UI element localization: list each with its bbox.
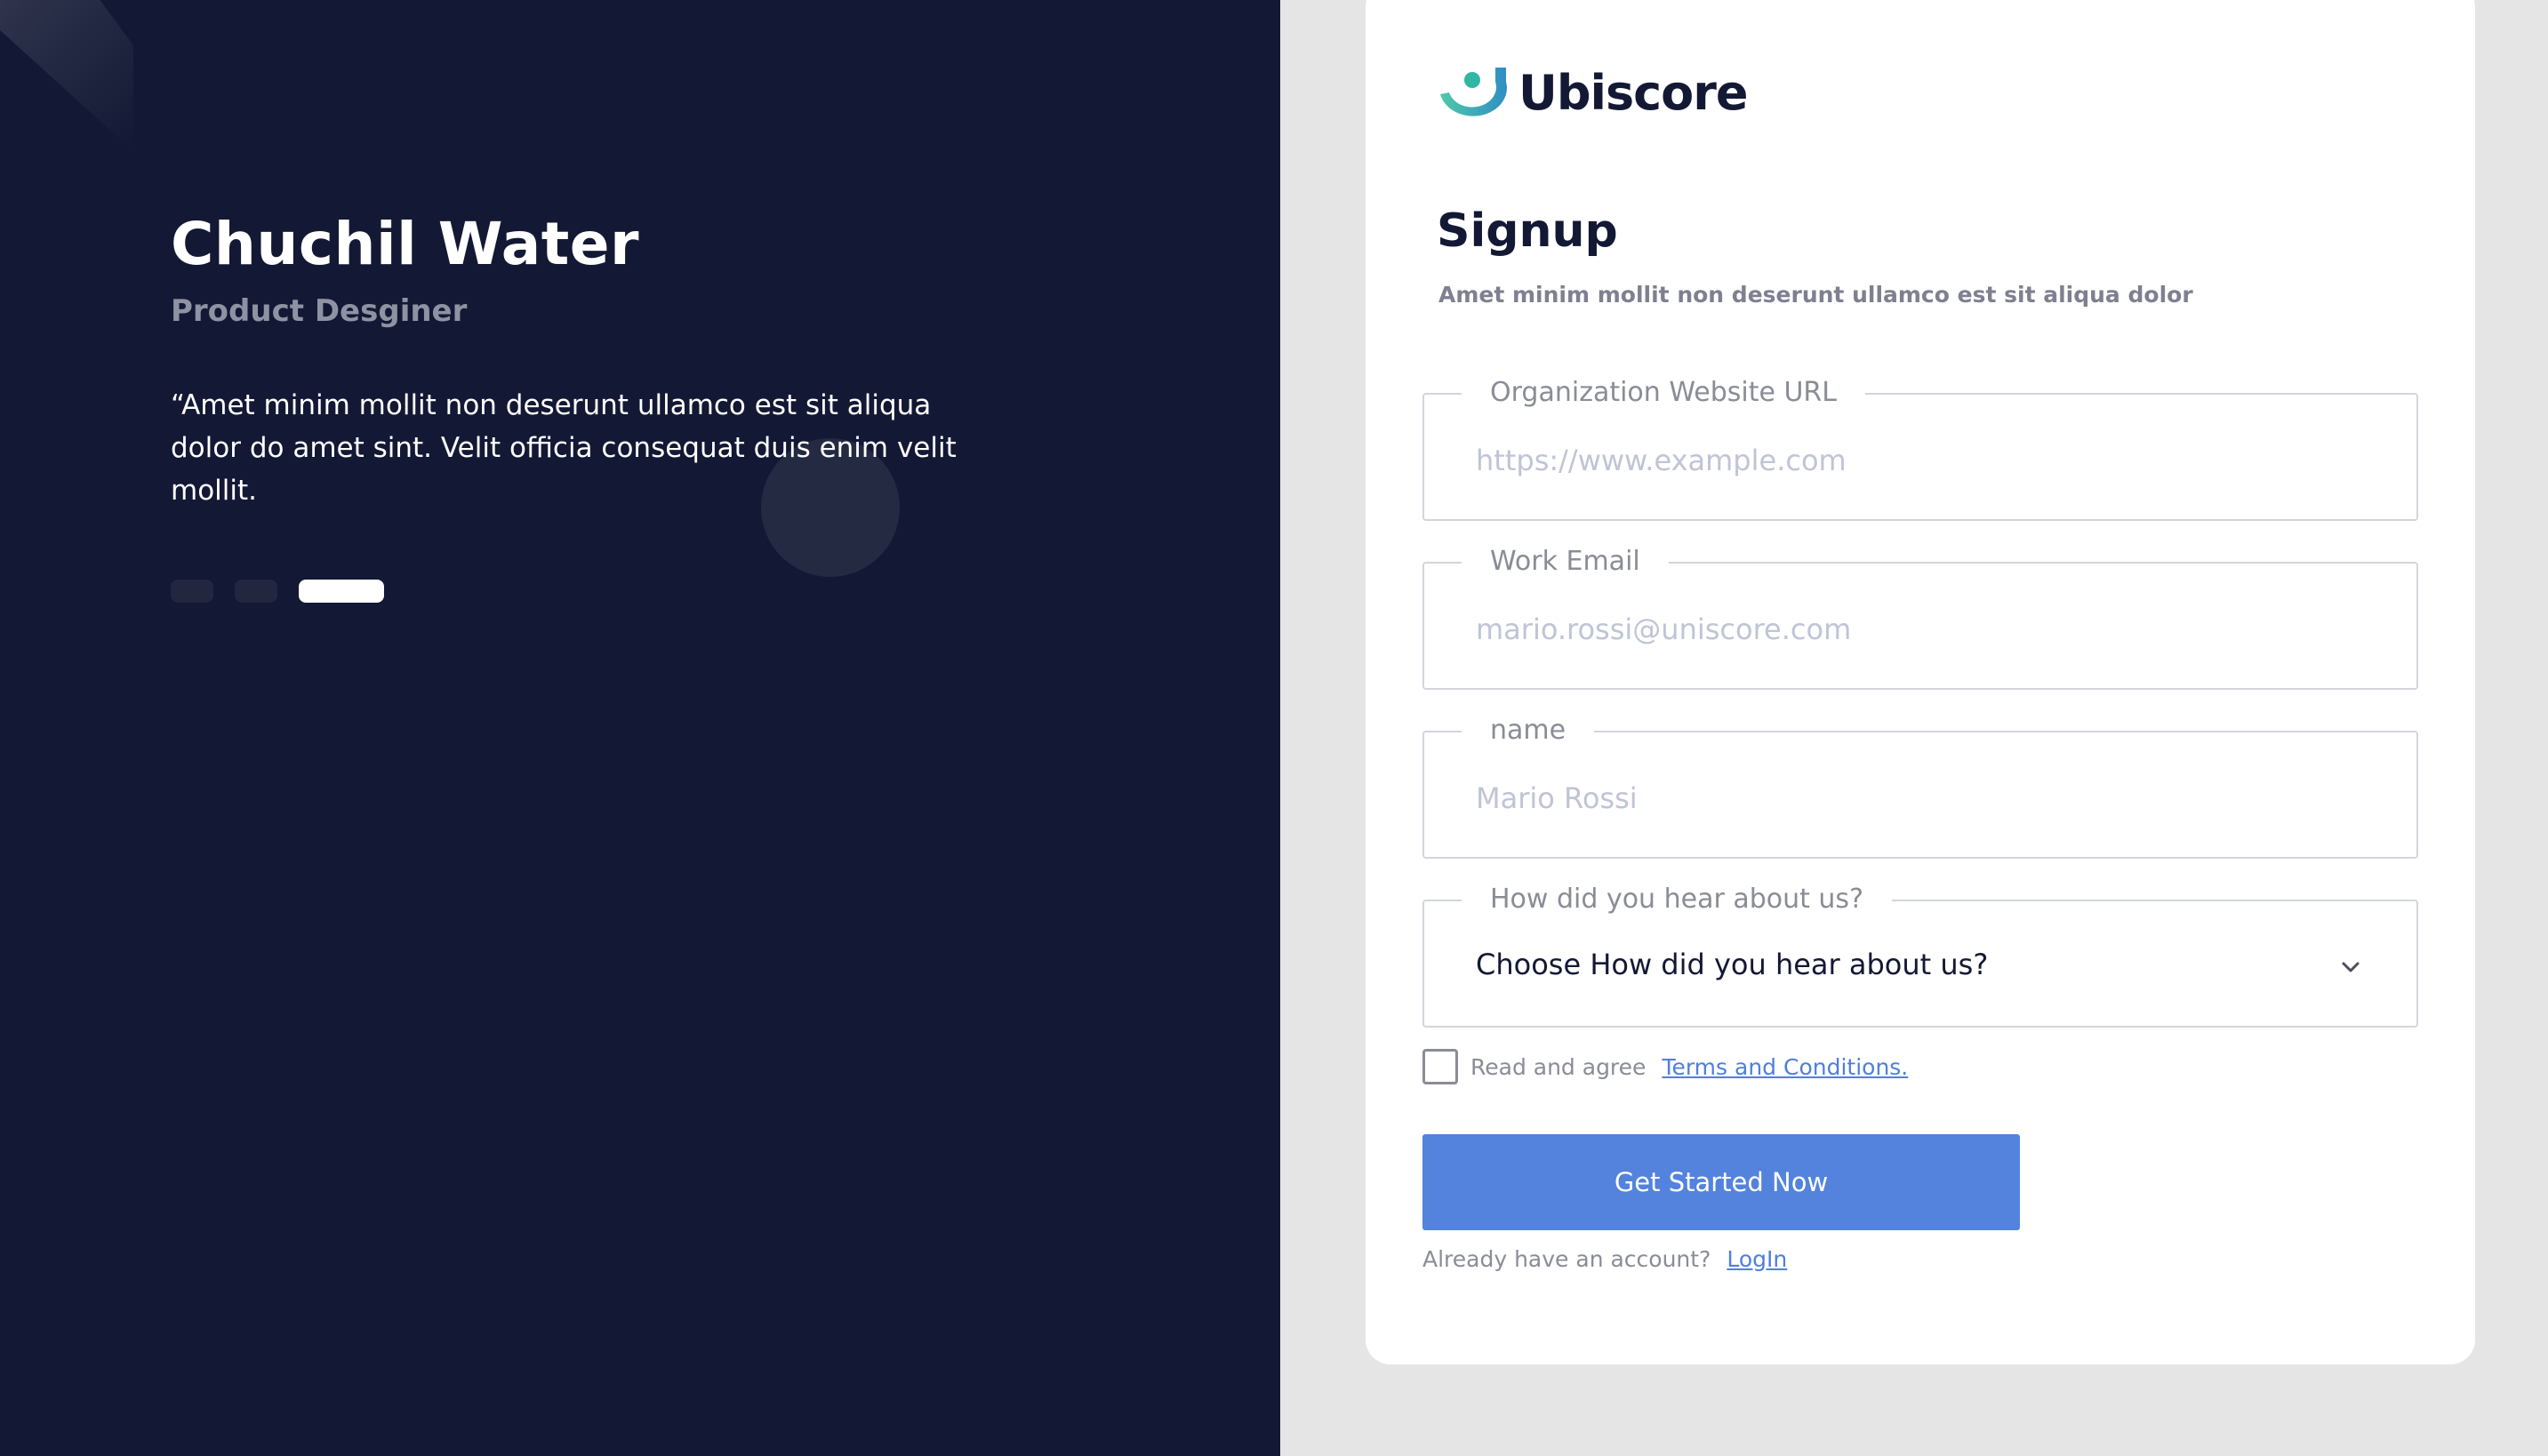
name-input[interactable] (1476, 773, 2347, 823)
work-email-label: Work Email (1462, 539, 1669, 585)
referral-select[interactable]: How did you hear about us? Choose How di… (1422, 876, 2418, 1028)
testimonial-role: Product Desginer (171, 293, 468, 329)
testimonial-panel: Chuchil Water Product Desginer “Amet min… (0, 0, 1280, 1456)
referral-selected-value: Choose How did you hear about us? (1476, 948, 1989, 981)
work-email-input[interactable] (1476, 604, 2347, 654)
testimonial-quote: “Amet minim mollit non deserunt ullamco … (171, 389, 957, 507)
website-url-field: Organization Website URL (1422, 370, 2418, 521)
name-field: name (1422, 708, 2418, 859)
get-started-button[interactable]: Get Started Now (1422, 1134, 2020, 1230)
testimonial-name: Chuchil Water (171, 210, 640, 278)
name-label: name (1462, 708, 1595, 754)
website-url-input[interactable] (1476, 436, 2347, 485)
terms-link[interactable]: Terms and Conditions. (1662, 1054, 1908, 1080)
agree-text: Read and agree (1470, 1053, 1647, 1080)
carousel-dots (171, 580, 384, 603)
terms-agreement: Read and agree Terms and Conditions. (1422, 1049, 1908, 1084)
signup-card: Ubiscore Signup Amet minim mollit non de… (1366, 0, 2475, 1364)
login-link[interactable]: LogIn (1727, 1246, 1787, 1272)
brand-name: Ubiscore (1518, 64, 1749, 121)
carousel-dot-3[interactable] (299, 580, 384, 603)
work-email-field: Work Email (1422, 539, 2418, 690)
corner-decoration (0, 0, 133, 151)
form-title: Signup (1437, 204, 1618, 258)
already-have-account-text: Already have an account? (1422, 1246, 1711, 1272)
carousel-dot-1[interactable] (171, 580, 213, 603)
referral-label: How did you hear about us? (1462, 876, 1892, 923)
login-prompt: Already have an account? LogIn (1422, 1246, 1787, 1272)
form-subtitle: Amet minim mollit non deserunt ullamco e… (1438, 282, 2193, 308)
carousel-dot-2[interactable] (235, 580, 277, 603)
website-url-label: Organization Website URL (1462, 370, 1865, 416)
ubiscore-logo-icon (1440, 68, 1507, 116)
chevron-down-icon (2342, 962, 2360, 972)
brand-logo: Ubiscore (1437, 62, 1749, 123)
terms-checkbox[interactable] (1422, 1049, 1458, 1084)
